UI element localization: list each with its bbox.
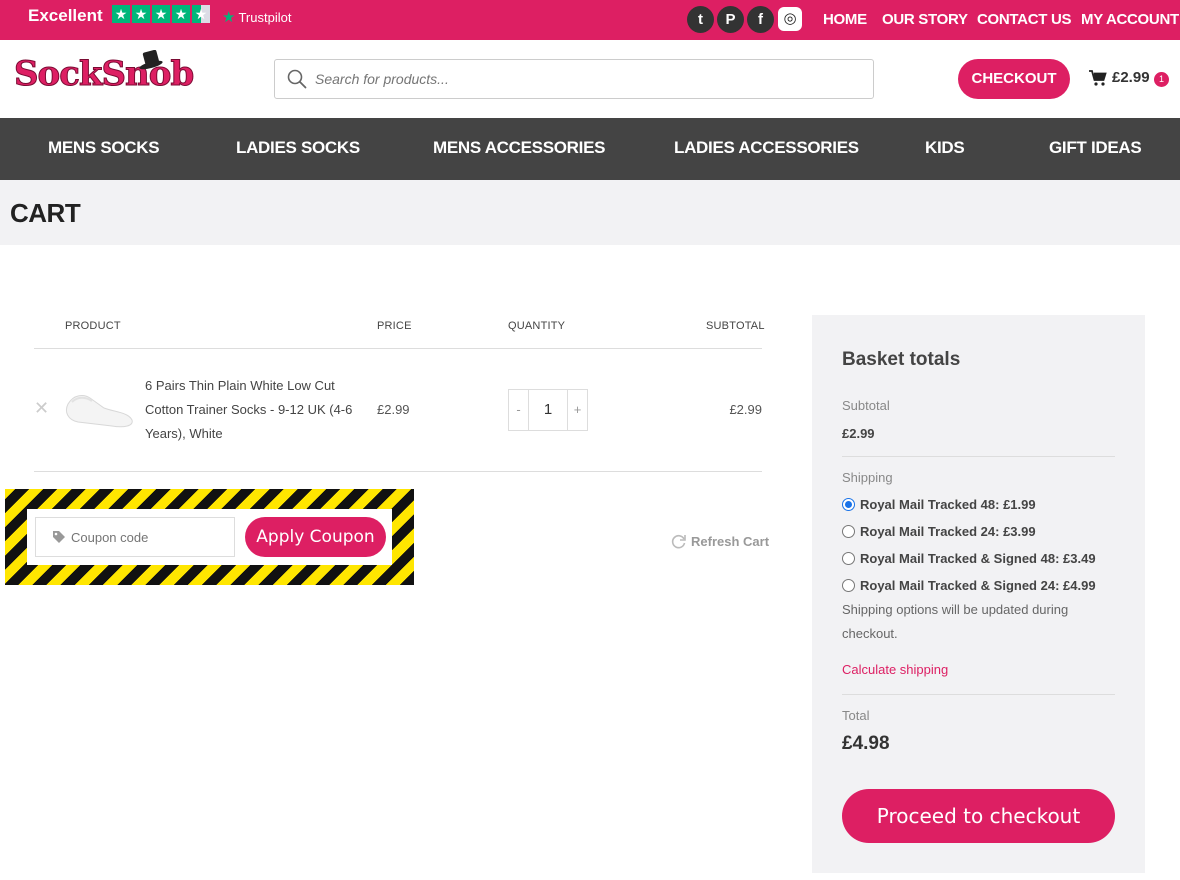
tag-icon — [53, 531, 65, 543]
trustpilot-label: Trustpilot — [238, 9, 292, 25]
column-header-subtotal: SUBTOTAL — [706, 320, 765, 332]
basket-totals-title: Basket totals — [842, 349, 961, 370]
radio-unselected[interactable] — [842, 552, 855, 565]
nav-mens-accessories[interactable]: MENS ACCESSORIES — [433, 138, 605, 158]
quantity-decrease-button[interactable]: - — [509, 390, 528, 430]
shipping-option-label: Royal Mail Tracked & Signed 48: £3.49 — [860, 551, 1096, 566]
page-title: CART — [10, 198, 81, 228]
shipping-option-signed-24[interactable]: Royal Mail Tracked & Signed 24: £4.99 — [842, 578, 1096, 593]
product-thumbnail[interactable] — [64, 390, 136, 430]
calculate-shipping-link[interactable]: Calculate shipping — [842, 662, 948, 677]
subtotal-value: £2.99 — [842, 426, 875, 441]
shipping-note: Shipping options will be updated during … — [842, 602, 1069, 641]
total-label: Total — [842, 708, 870, 723]
nav-ladies-socks[interactable]: LADIES SOCKS — [236, 138, 360, 158]
quantity-input[interactable]: 1 — [528, 390, 568, 430]
main-nav: MENS SOCKS LADIES SOCKS MENS ACCESSORIES… — [0, 118, 1180, 180]
pinterest-icon[interactable]: P — [717, 6, 744, 33]
trustpilot-star-icon: ★ — [222, 9, 236, 26]
shipping-option-tracked-48[interactable]: Royal Mail Tracked 48: £1.99 — [842, 497, 1036, 512]
nav-home-link[interactable]: HOME — [823, 11, 867, 28]
column-header-product: PRODUCT — [65, 320, 121, 332]
shipping-option-label: Royal Mail Tracked 48: £1.99 — [860, 497, 1036, 512]
radio-unselected[interactable] — [842, 579, 855, 592]
search-icon — [287, 69, 307, 89]
item-subtotal: £2.99 — [729, 402, 762, 417]
nav-gift-ideas[interactable]: GIFT IDEAS — [1049, 138, 1142, 158]
radio-selected[interactable] — [842, 498, 855, 511]
shipping-option-signed-48[interactable]: Royal Mail Tracked & Signed 48: £3.49 — [842, 551, 1096, 566]
twitter-icon[interactable]: t — [687, 6, 714, 33]
column-header-price: PRICE — [377, 320, 412, 332]
half-star-icon: ★ — [192, 5, 210, 23]
star-icon: ★ — [172, 5, 190, 23]
table-divider — [34, 348, 762, 349]
item-price: £2.99 — [377, 402, 410, 417]
quantity-increase-button[interactable]: + — [568, 390, 587, 430]
coupon-field[interactable] — [35, 517, 235, 557]
nav-contact-link[interactable]: CONTACT US — [977, 11, 1072, 28]
apply-coupon-button[interactable]: Apply Coupon — [245, 517, 386, 557]
facebook-icon[interactable]: f — [747, 6, 774, 33]
top-bar: Excellent ★ ★ ★ ★ ★ ★ Trustpilot t P f ◎ … — [0, 0, 1180, 40]
radio-unselected[interactable] — [842, 525, 855, 538]
coupon-code-input[interactable] — [71, 527, 226, 547]
shipping-option-label: Royal Mail Tracked 24: £3.99 — [860, 524, 1036, 539]
shipping-label: Shipping — [842, 470, 893, 485]
quantity-stepper: - 1 + — [508, 389, 588, 431]
star-icon: ★ — [132, 5, 150, 23]
totals-divider — [842, 694, 1115, 695]
shipping-option-label: Royal Mail Tracked & Signed 24: £4.99 — [860, 578, 1096, 593]
nav-my-account-link[interactable]: MY ACCOUNT — [1081, 11, 1179, 28]
subtotal-label: Subtotal — [842, 398, 890, 413]
nav-ladies-accessories[interactable]: LADIES ACCESSORIES — [674, 138, 859, 158]
cart-count-badge: 1 — [1154, 72, 1169, 87]
star-icon: ★ — [112, 5, 130, 23]
page-title-band — [0, 180, 1180, 245]
refresh-cart-button[interactable]: Refresh Cart — [670, 533, 769, 550]
table-divider — [34, 471, 762, 472]
checkout-button[interactable]: CHECKOUT — [958, 59, 1070, 99]
star-icon: ★ — [152, 5, 170, 23]
refresh-cart-label: Refresh Cart — [691, 534, 770, 549]
search-bar[interactable] — [274, 59, 874, 99]
proceed-to-checkout-button[interactable]: Proceed to checkout — [842, 789, 1115, 843]
trustpilot-rating-text: Excellent — [28, 6, 103, 25]
product-name-link[interactable]: 6 Pairs Thin Plain White Low Cut Cotton … — [145, 374, 373, 446]
trustpilot-logo[interactable]: ★ Trustpilot — [222, 8, 291, 26]
totals-divider — [842, 456, 1115, 457]
remove-item-icon[interactable]: ✕ — [34, 398, 49, 419]
nav-mens-socks[interactable]: MENS SOCKS — [48, 138, 160, 158]
column-header-quantity: QUANTITY — [508, 320, 566, 332]
nav-our-story-link[interactable]: OUR STORY — [882, 11, 968, 28]
nav-kids[interactable]: KIDS — [925, 138, 965, 158]
cart-icon[interactable] — [1089, 70, 1107, 86]
trustpilot-stars: ★ ★ ★ ★ ★ — [112, 5, 210, 23]
top-hat-icon — [139, 50, 163, 70]
shipping-option-tracked-24[interactable]: Royal Mail Tracked 24: £3.99 — [842, 524, 1036, 539]
search-input[interactable] — [315, 68, 855, 90]
refresh-icon — [671, 534, 686, 549]
total-value: £4.98 — [842, 733, 890, 754]
instagram-icon[interactable]: ◎ — [778, 7, 802, 31]
site-logo[interactable]: SockSnob — [13, 54, 194, 95]
cart-total[interactable]: £2.99 — [1112, 69, 1150, 86]
